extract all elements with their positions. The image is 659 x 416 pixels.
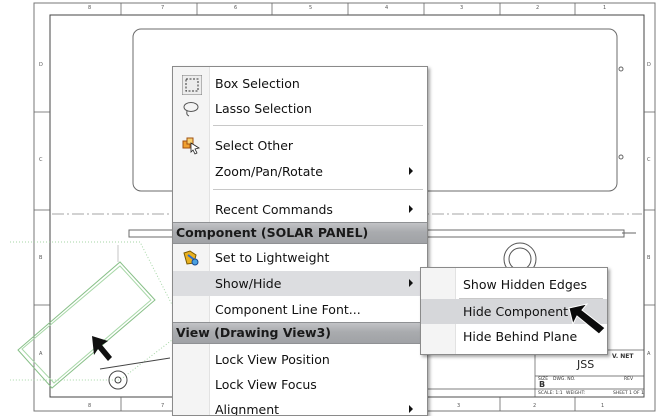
- title-block-scale: SCALE: 1:1: [538, 391, 563, 396]
- submenu-arrow-icon: [409, 205, 413, 213]
- menu-item-show-hide[interactable]: Show/Hide: [173, 271, 427, 296]
- box-selection-icon: [181, 74, 203, 96]
- ruler-right-a: A: [647, 351, 651, 357]
- ruler-bottom-3: 3: [457, 403, 461, 409]
- ruler-right-d: D: [647, 62, 651, 68]
- title-block-name: V. NET: [612, 353, 634, 360]
- menu-item-label: Set to Lightweight: [215, 250, 330, 265]
- section-title: Component (SOLAR PANEL): [176, 225, 369, 240]
- menu-item-label: Lasso Selection: [215, 101, 312, 116]
- ruler-left-c: C: [39, 157, 43, 163]
- ruler-top-1: 1: [603, 5, 607, 11]
- submenu-arrow-icon: [409, 167, 413, 175]
- ruler-top-4: 4: [385, 5, 389, 11]
- lasso-icon: [182, 100, 199, 117]
- title-block-rev: REV: [624, 377, 634, 382]
- menu-item-label: Select Other: [215, 138, 294, 153]
- ruler-left-d: D: [39, 62, 43, 68]
- submenu-item-label: Hide Behind Plane: [463, 329, 578, 344]
- menu-item-label: Zoom/Pan/Rotate: [215, 164, 323, 179]
- menu-item-set-to-lightweight[interactable]: Set to Lightweight: [173, 245, 427, 270]
- ruler-bottom-7: 7: [161, 403, 165, 409]
- menu-item-zoom-pan-rotate[interactable]: Zoom/Pan/Rotate: [173, 159, 427, 184]
- title-block-sheet: SHEET 1 OF 1: [613, 391, 644, 396]
- ruler-right-c: C: [647, 157, 651, 163]
- ruler-top-6: 6: [234, 5, 238, 11]
- menu-item-label: Lock View Position: [215, 352, 330, 367]
- menu-item-label: Show/Hide: [215, 276, 282, 291]
- title-block-dwg-no: DWG. NO.: [553, 377, 576, 382]
- arrow-annotation-icon: [92, 336, 112, 361]
- section-title: View (Drawing View3): [176, 325, 332, 340]
- title-block-company: JSS: [577, 358, 595, 371]
- pointer-arrow-icon: [568, 303, 606, 335]
- title-block-weight: WEIGHT:: [566, 391, 586, 396]
- menu-item-box-selection[interactable]: Box Selection: [173, 71, 427, 96]
- menu-separator: [213, 125, 423, 126]
- menu-item-label: Box Selection: [215, 76, 300, 91]
- select-other-icon: [182, 137, 201, 155]
- title-block-size: B: [539, 380, 546, 389]
- ruler-bottom-2: 2: [533, 403, 537, 409]
- context-menu: Box Selection Lasso Selection Select Oth…: [172, 66, 428, 416]
- submenu-item-label: Show Hidden Edges: [463, 277, 587, 292]
- menu-section-view: View (Drawing View3): [173, 322, 427, 344]
- submenu-item-label: Hide Component: [463, 304, 569, 319]
- ruler-bottom-8: 8: [88, 403, 92, 409]
- ruler-right-b: B: [647, 255, 651, 261]
- menu-item-lasso-selection[interactable]: Lasso Selection: [173, 96, 427, 121]
- ruler-top-2: 2: [536, 5, 540, 11]
- ruler-top-5: 5: [309, 5, 313, 11]
- submenu-arrow-icon: [409, 405, 413, 413]
- menu-item-lock-view-position[interactable]: Lock View Position: [173, 347, 427, 372]
- lightweight-icon: [182, 249, 199, 266]
- menu-item-label: Recent Commands: [215, 202, 333, 217]
- menu-item-alignment[interactable]: Alignment: [173, 397, 427, 415]
- submenu-arrow-icon: [409, 279, 413, 287]
- submenu-item-show-hidden-edges[interactable]: Show Hidden Edges: [421, 272, 607, 297]
- menu-separator: [213, 189, 423, 190]
- menu-item-label: Component Line Font...: [215, 302, 361, 317]
- menu-item-component-line-font[interactable]: Component Line Font...: [173, 297, 427, 322]
- ruler-bottom-1: 1: [601, 403, 605, 409]
- ruler-left-b: B: [39, 255, 43, 261]
- menu-item-recent-commands[interactable]: Recent Commands: [173, 197, 427, 222]
- menu-item-label: Lock View Focus: [215, 377, 317, 392]
- ruler-top-7: 7: [161, 5, 165, 11]
- menu-section-component: Component (SOLAR PANEL): [173, 222, 427, 244]
- ruler-top-3: 3: [460, 5, 464, 11]
- ruler-left-a: A: [39, 351, 43, 357]
- menu-item-lock-view-focus[interactable]: Lock View Focus: [173, 372, 427, 397]
- menu-item-select-other[interactable]: Select Other: [173, 133, 427, 158]
- ruler-top-8: 8: [88, 5, 92, 11]
